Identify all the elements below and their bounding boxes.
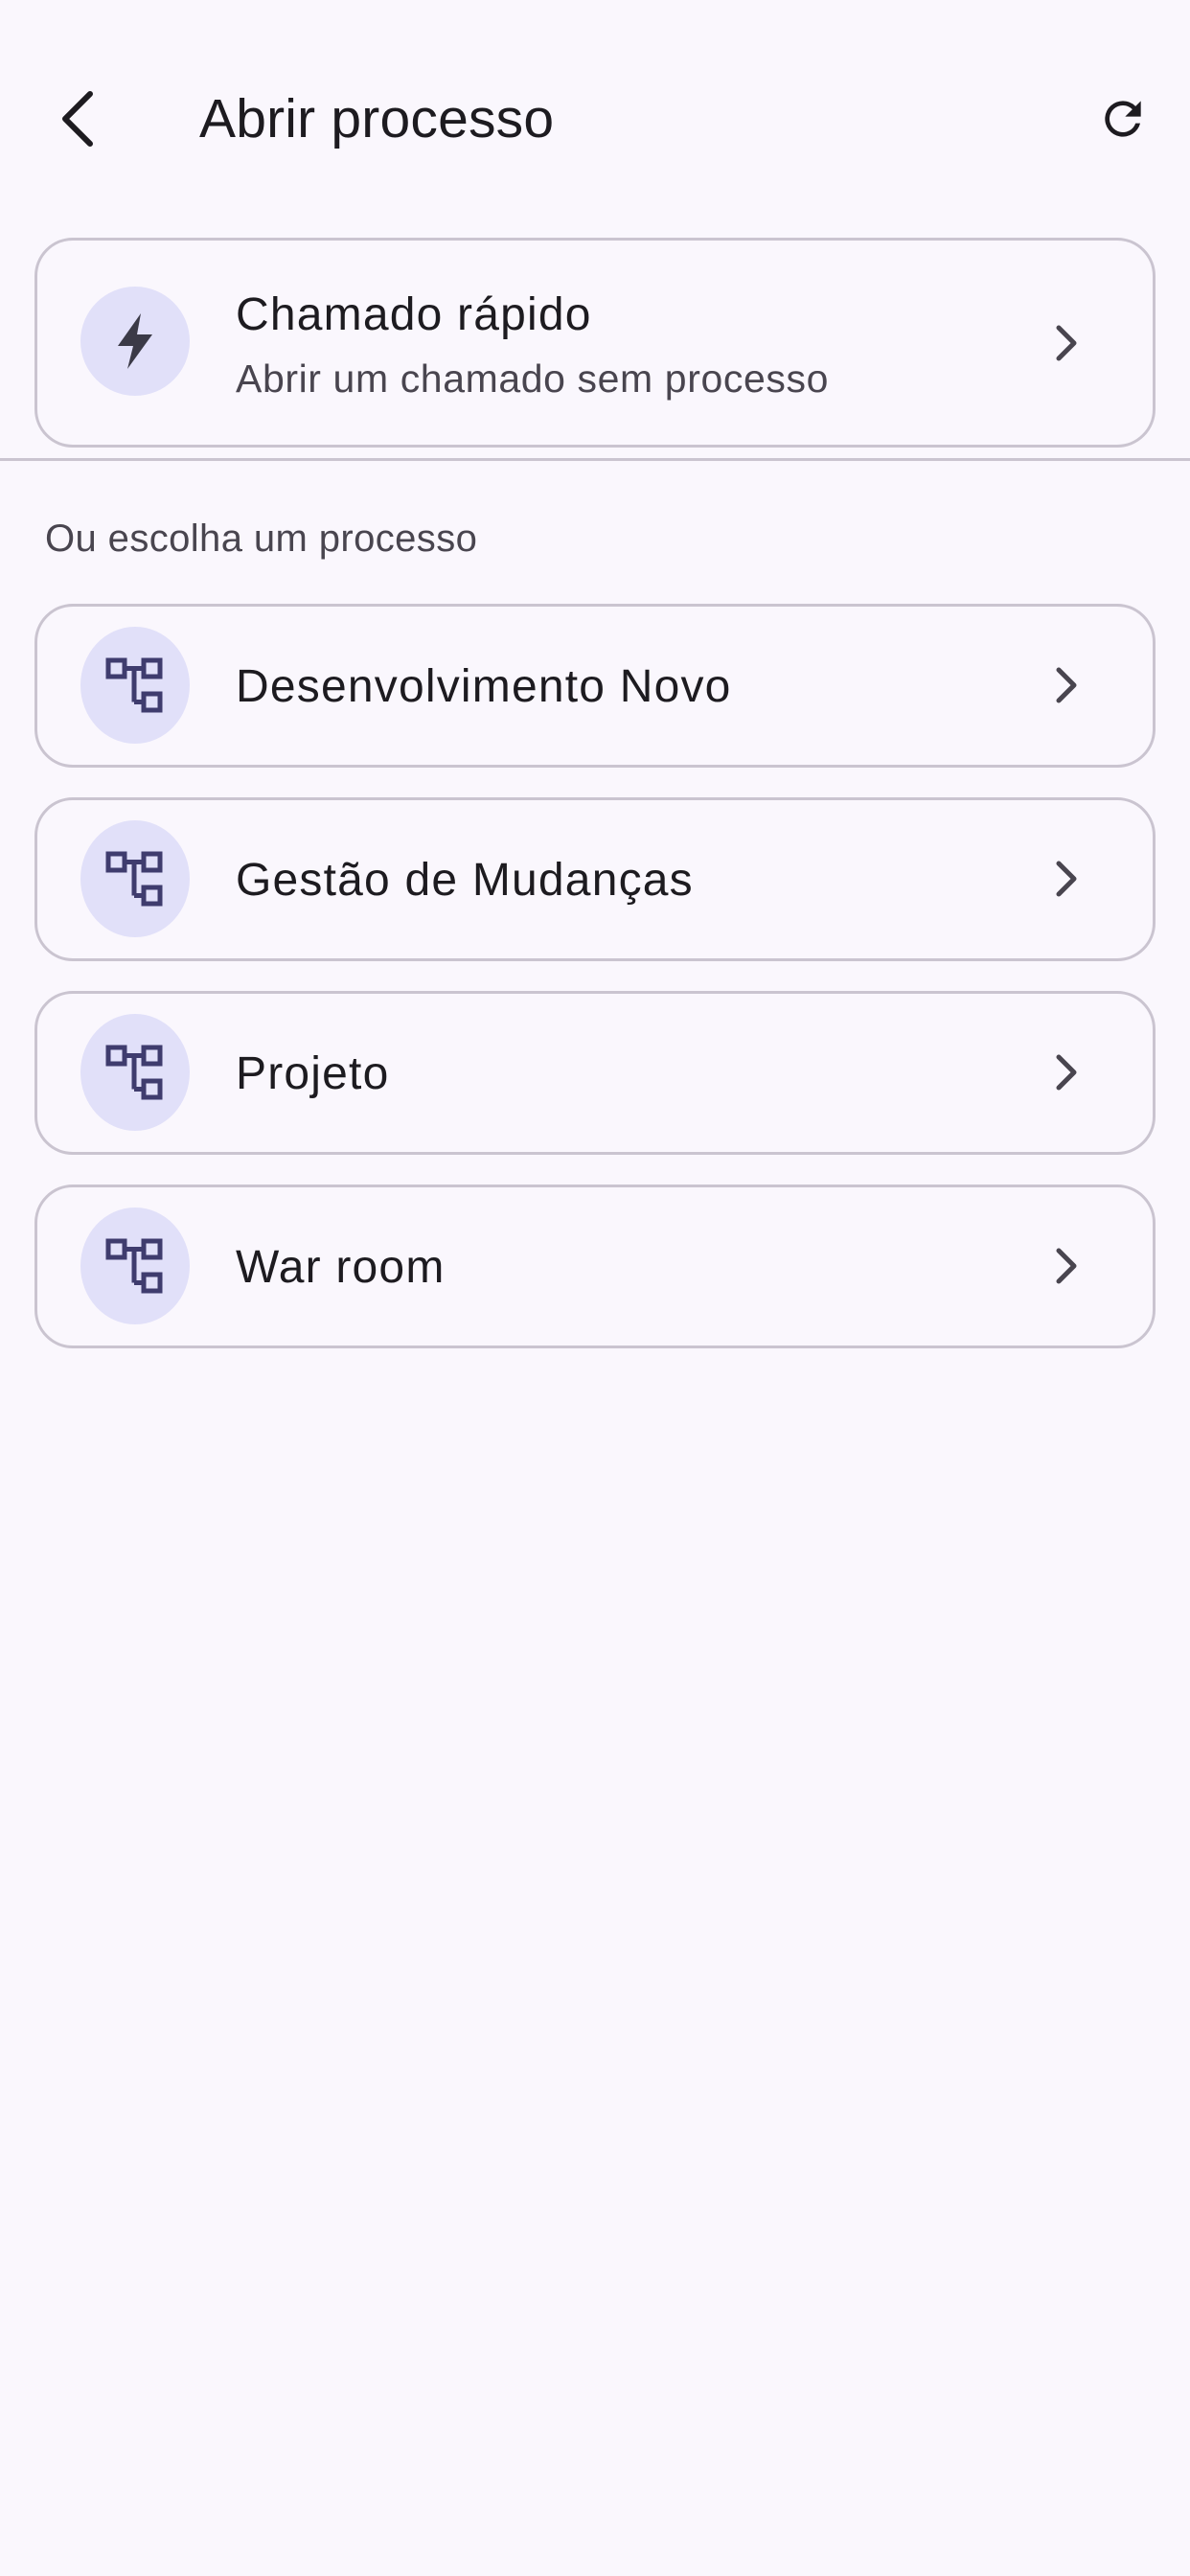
process-avatar <box>80 820 190 937</box>
process-label: Desenvolvimento Novo <box>236 661 732 712</box>
chevron-right-icon <box>1040 1046 1093 1099</box>
process-label: Gestão de Mudanças <box>236 855 694 906</box>
section-label: Ou escolha um processo <box>45 518 478 560</box>
quick-call-title: Chamado rápido <box>236 289 592 340</box>
quick-call-avatar <box>80 287 190 396</box>
process-avatar <box>80 627 190 744</box>
refresh-button[interactable] <box>1085 80 1161 157</box>
refresh-icon <box>1096 92 1150 146</box>
page-title: Abrir processo <box>199 88 555 150</box>
process-label: War room <box>236 1242 446 1293</box>
process-item-2[interactable]: Projeto <box>34 991 1156 1155</box>
divider <box>0 458 1190 461</box>
back-button[interactable] <box>40 80 117 157</box>
process-item-1[interactable]: Gestão de Mudanças <box>34 797 1156 961</box>
account-tree-icon <box>105 849 165 908</box>
process-item-3[interactable]: War room <box>34 1184 1156 1348</box>
chevron-right-icon <box>1040 1239 1093 1293</box>
account-tree-icon <box>105 1236 165 1296</box>
process-label: Projeto <box>236 1048 390 1099</box>
process-item-0[interactable]: Desenvolvimento Novo <box>34 604 1156 768</box>
app-bar: Abrir processo <box>0 0 1190 238</box>
chevron-right-icon <box>1040 316 1093 370</box>
quick-call-card[interactable]: Chamado rápido Abrir um chamado sem proc… <box>34 238 1156 448</box>
arrow-back-icon <box>56 88 102 150</box>
account-tree-icon <box>105 656 165 715</box>
bolt-icon <box>114 311 156 371</box>
account-tree-icon <box>105 1043 165 1102</box>
chevron-right-icon <box>1040 658 1093 712</box>
process-avatar <box>80 1014 190 1131</box>
quick-call-subtitle: Abrir um chamado sem processo <box>236 356 829 401</box>
chevron-right-icon <box>1040 852 1093 906</box>
process-avatar <box>80 1208 190 1324</box>
